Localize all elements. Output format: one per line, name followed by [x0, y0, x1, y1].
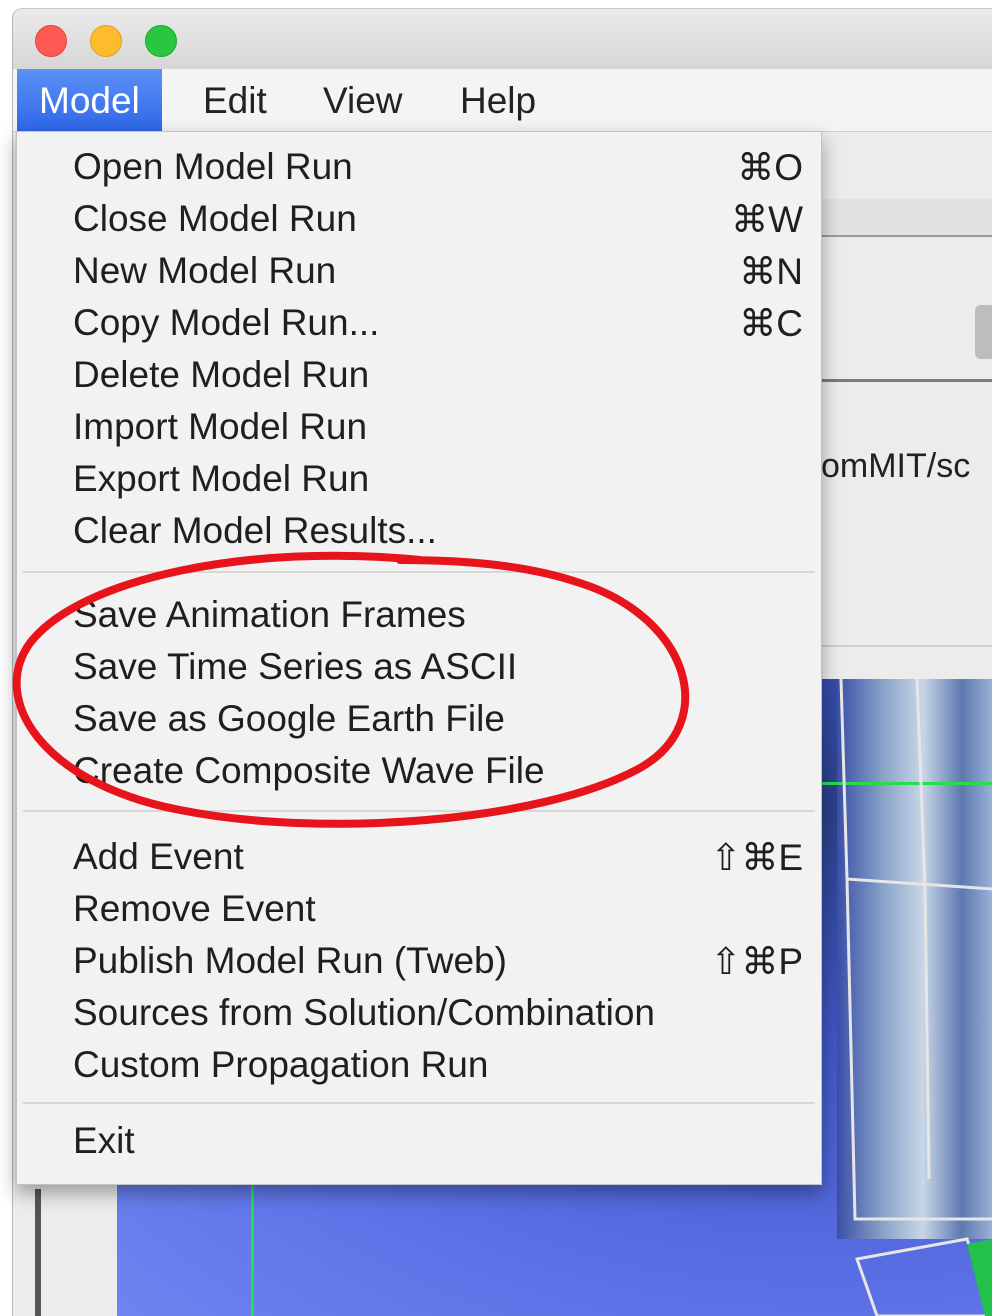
minimize-button[interactable]: [90, 25, 122, 57]
menu-item-save-as-google-earth-file[interactable]: Save as Google Earth File: [73, 698, 803, 750]
menu-item-new-model-run[interactable]: New Model Run ⌘N: [73, 250, 803, 302]
menu-item-label: Delete Model Run: [73, 354, 370, 395]
menu-item-import-model-run[interactable]: Import Model Run: [73, 406, 803, 458]
menu-separator: [23, 1102, 815, 1104]
menu-item-shortcut: ⌘W: [731, 199, 803, 240]
menu-item-shortcut: ⌘O: [737, 147, 803, 188]
menu-item-close-model-run[interactable]: Close Model Run ⌘W: [73, 198, 803, 250]
menu-item-publish-model-run-tweb[interactable]: Publish Model Run (Tweb) ⇧⌘P: [73, 940, 803, 992]
toolbar-divider: [821, 235, 992, 237]
menu-item-shortcut: ⇧⌘P: [710, 941, 803, 982]
menu-item-sources-from-solution-combination[interactable]: Sources from Solution/Combination: [73, 992, 803, 1044]
menu-item-save-time-series-as-ascii[interactable]: Save Time Series as ASCII: [73, 646, 803, 698]
menu-help[interactable]: Help: [438, 69, 558, 131]
close-button[interactable]: [35, 25, 67, 57]
menu-item-open-model-run[interactable]: Open Model Run ⌘O: [73, 146, 803, 198]
menu-item-label: Copy Model Run...: [73, 302, 380, 343]
menu-item-label: Save as Google Earth File: [73, 698, 505, 739]
menu-item-label: Publish Model Run (Tweb): [73, 940, 507, 981]
menu-model[interactable]: Model: [17, 69, 162, 131]
menu-edit[interactable]: Edit: [181, 69, 289, 131]
menu-item-label: Clear Model Results...: [73, 510, 437, 551]
menu-separator: [23, 571, 815, 573]
path-field[interactable]: omMIT/sc: [821, 447, 970, 486]
menu-item-shortcut: ⌘C: [739, 303, 803, 344]
menu-item-label: Save Time Series as ASCII: [73, 646, 518, 687]
toolbar-strip: [821, 199, 992, 235]
menu-item-clear-model-results[interactable]: Clear Model Results...: [73, 510, 803, 562]
menu-item-custom-propagation-run[interactable]: Custom Propagation Run: [73, 1044, 803, 1096]
menu-item-shortcut: ⌘N: [739, 251, 803, 292]
menu-item-export-model-run[interactable]: Export Model Run: [73, 458, 803, 510]
menu-item-label: Remove Event: [73, 888, 316, 929]
panel-divider: [821, 379, 992, 382]
zoom-button[interactable]: [145, 25, 177, 57]
menu-item-label: Custom Propagation Run: [73, 1044, 489, 1085]
menu-view[interactable]: View: [301, 69, 425, 131]
menu-item-exit[interactable]: Exit: [73, 1120, 803, 1172]
menu-item-delete-model-run[interactable]: Delete Model Run: [73, 354, 803, 406]
map-top-border: [821, 645, 992, 647]
menu-item-label: New Model Run: [73, 250, 337, 291]
menu-item-add-event[interactable]: Add Event ⇧⌘E: [73, 836, 803, 888]
menu-item-label: Export Model Run: [73, 458, 370, 499]
menu-item-copy-model-run[interactable]: Copy Model Run... ⌘C: [73, 302, 803, 354]
menu-item-create-composite-wave-file[interactable]: Create Composite Wave File: [73, 750, 803, 802]
menu-item-label: Exit: [73, 1120, 135, 1161]
menu-item-label: Close Model Run: [73, 198, 357, 239]
menu-item-label: Create Composite Wave File: [73, 750, 545, 791]
left-frame-edge: [35, 1189, 41, 1316]
menu-item-remove-event[interactable]: Remove Event: [73, 888, 803, 940]
menu-item-shortcut: ⇧⌘E: [710, 837, 803, 878]
scroll-handle[interactable]: [975, 305, 992, 359]
menu-item-label: Import Model Run: [73, 406, 368, 447]
menu-bar: Model Edit View Help: [13, 69, 992, 132]
menu-item-label: Sources from Solution/Combination: [73, 992, 656, 1033]
menu-item-label: Add Event: [73, 836, 244, 877]
title-bar: [13, 9, 992, 69]
menu-item-label: Open Model Run: [73, 146, 353, 187]
menu-separator: [23, 810, 815, 812]
model-dropdown-menu: Open Model Run ⌘O Close Model Run ⌘W New Mod…: [16, 131, 822, 1185]
menu-item-save-animation-frames[interactable]: Save Animation Frames: [73, 594, 803, 646]
menu-item-label: Save Animation Frames: [73, 594, 466, 635]
